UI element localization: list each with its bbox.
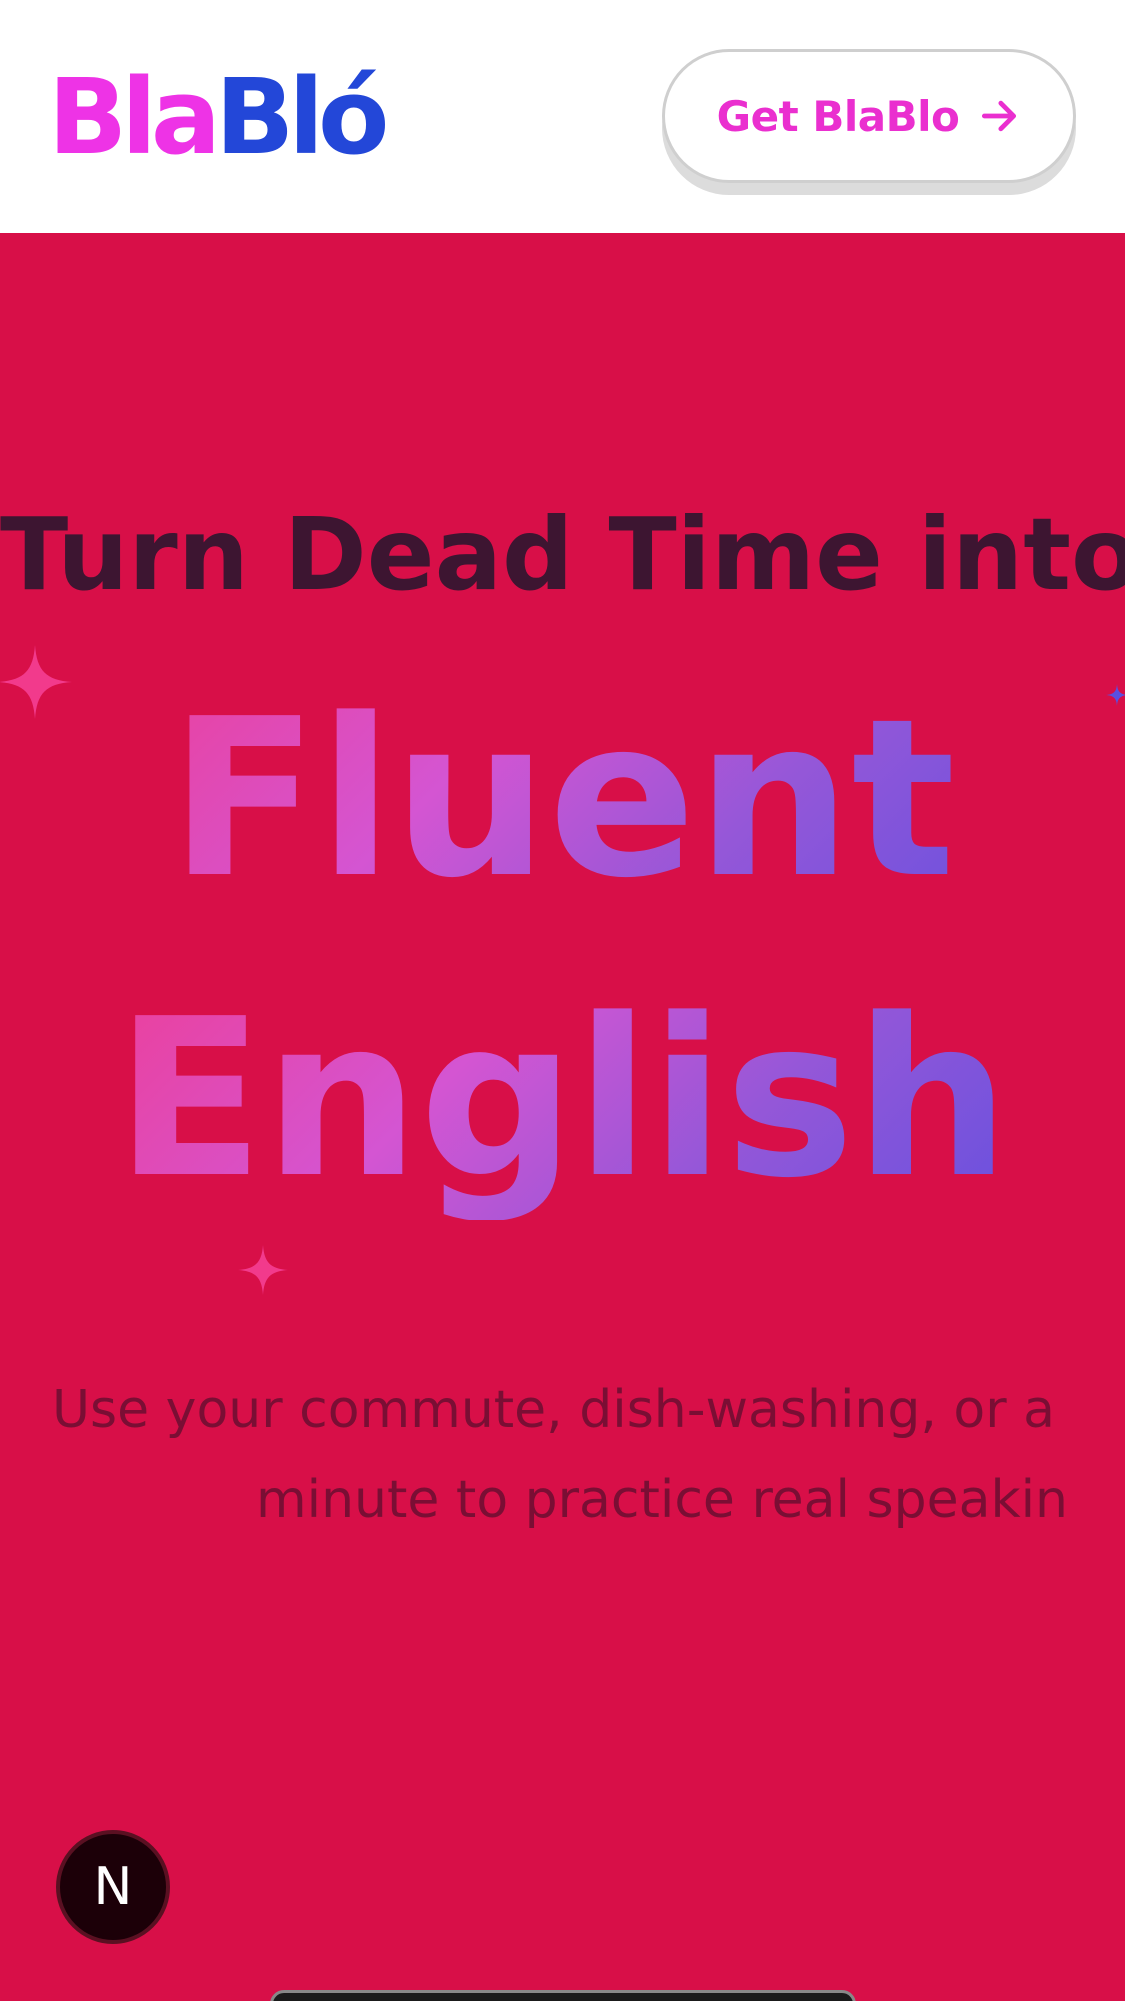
blablo-logo[interactable]: BlaBló [48, 62, 389, 172]
sparkle-icon [238, 1245, 288, 1295]
logo-part-blo: Bló [215, 56, 389, 178]
get-blablo-button-label: Get BlaBlo [716, 91, 960, 141]
hero-subtitle-line2: minute to practice real speakin [256, 1470, 1068, 1530]
bottom-toolbar-edge [270, 1990, 856, 2001]
hero-subtitle-line1: Use your commute, dish-washing, or a [52, 1380, 1056, 1440]
arrow-right-icon [982, 100, 1017, 132]
hero-heading-fluent: Fluent [0, 680, 1125, 920]
hero-heading-english: English [0, 980, 1125, 1220]
logo-part-bla: Bla [48, 56, 221, 178]
nextjs-dev-badge-label: N [93, 1857, 133, 1917]
get-blablo-button[interactable]: Get BlaBlo [662, 49, 1076, 183]
nextjs-dev-badge[interactable]: N [56, 1830, 170, 1944]
hero-heading-line1: Turn Dead Time into [0, 496, 1125, 613]
site-header: BlaBló Get BlaBlo [0, 0, 1125, 233]
